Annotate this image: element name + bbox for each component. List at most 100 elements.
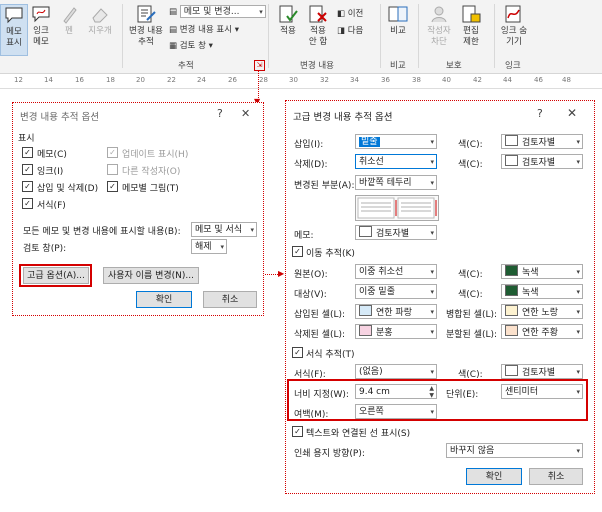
eraser-icon (89, 4, 111, 24)
hide-ink-button[interactable]: 잉크 숨 기기 (498, 4, 530, 48)
ruler-tick: 40 (442, 76, 451, 84)
review-pane-button[interactable]: ▦ 검토 창 ▾ (169, 39, 213, 51)
eraser-button[interactable]: 지우개 (84, 4, 116, 37)
block-authors-button[interactable]: 작성자 차단 (422, 4, 456, 48)
split-cells-value: 연한 주황 (522, 328, 558, 338)
split-cells-select[interactable]: 연한 주황 ▾ (501, 324, 583, 339)
balloons-label: 모든 메모 및 변경 내용에 표시할 내용(B): (23, 227, 181, 237)
restrict-editing-button[interactable]: 편집 제한 (456, 4, 486, 48)
chevron-down-icon: ▾ (430, 158, 434, 166)
ribbon-separator (418, 4, 419, 68)
moved-from-color-value: 녹색 (522, 268, 539, 278)
close-icon[interactable]: ✕ (567, 106, 577, 120)
insertions-color-value: 검토자별 (522, 138, 556, 148)
reject-button[interactable]: 적용 안 함 (303, 4, 333, 48)
insertions-deletions-checkbox[interactable]: ✓ (22, 181, 33, 192)
insertions-select[interactable]: 밑줄 ▾ (355, 134, 437, 149)
moved-from-color-label: 색(C): (458, 270, 483, 280)
compare-button[interactable]: 비교 (385, 4, 411, 37)
pen-button[interactable]: 펜 (57, 4, 81, 37)
merged-cells-label: 병합된 셀(L): (446, 310, 498, 320)
close-icon[interactable]: ✕ (241, 107, 250, 120)
moved-to-select[interactable]: 이중 밑줄 ▾ (355, 284, 437, 299)
formatting-select[interactable]: (없음) ▾ (355, 364, 437, 379)
ink-comment-button[interactable]: 잉크 메모 (27, 4, 55, 48)
help-icon[interactable]: ? (217, 107, 223, 120)
balloons-select[interactable]: 메모 및 서식 ▾ (191, 222, 257, 237)
next-button[interactable]: ◨ 다음 (337, 24, 363, 36)
block-authors-label: 작성자 차단 (427, 26, 451, 47)
chevron-down-icon: ▾ (576, 447, 580, 455)
moved-from-select[interactable]: 이중 취소선 ▾ (355, 264, 437, 279)
review-pane-select-value: 해제 (195, 242, 212, 252)
deletions-color-select[interactable]: 검토자별 ▾ (501, 154, 583, 169)
color-swatch (505, 155, 518, 166)
moved-to-label: 대상(V): (294, 290, 327, 300)
moved-to-color-select[interactable]: 녹색 ▾ (501, 284, 583, 299)
highlight-updates-checkbox[interactable]: ✓ (107, 147, 118, 158)
insertions-color-select[interactable]: 검토자별 ▾ (501, 134, 583, 149)
inserted-cells-value: 연한 파랑 (376, 308, 412, 318)
ok-button[interactable]: 확인 (466, 468, 522, 485)
previous-button[interactable]: ◧ 이전 (337, 7, 363, 19)
other-authors-checkbox[interactable] (107, 164, 118, 175)
formatting-checkbox[interactable]: ✓ (22, 198, 33, 209)
color-swatch (359, 325, 372, 336)
track-formatting-checkbox[interactable]: ✓ (292, 347, 303, 358)
show-comments-button[interactable]: 메모 표시 (0, 4, 28, 56)
ribbon-separator (494, 4, 495, 68)
accept-button[interactable]: 적용 (273, 4, 303, 37)
merged-cells-value: 연한 노랑 (522, 308, 558, 318)
pen-icon (58, 4, 80, 24)
restrict-editing-label: 편집 제한 (463, 26, 479, 47)
insertions-label: 삽입(I): (294, 140, 324, 150)
dialog-title: 고급 변경 내용 추적 옵션 (293, 112, 393, 123)
ok-button[interactable]: 확인 (136, 291, 192, 308)
compare-label: 비교 (390, 26, 406, 36)
ruler-tick: 34 (350, 76, 359, 84)
show-lines-checkbox[interactable]: ✓ (292, 426, 303, 437)
advanced-track-changes-dialog: 고급 변경 내용 추적 옵션 ? ✕ 삽입(I): 밑줄 ▾ 색(C): 검토자별… (285, 100, 595, 494)
track-changes-options-dialog: 변경 내용 추적 옵션 ? ✕ 표시 ✓ 메모(C) ✓ 잉크(I) ✓ 삽입 … (12, 102, 264, 316)
help-icon[interactable]: ? (537, 107, 543, 120)
reject-icon (307, 4, 329, 24)
formatting-color-select[interactable]: 검토자별 ▾ (501, 364, 583, 379)
show-markup-button[interactable]: ▤ 변경 내용 표시 ▾ (169, 23, 239, 35)
deletions-color-label: 색(C): (458, 160, 483, 170)
color-swatch (359, 305, 372, 316)
balloons-select-value: 메모 및 서식 (195, 225, 243, 235)
eraser-label: 지우개 (88, 26, 112, 36)
moved-from-color-select[interactable]: 녹색 ▾ (501, 264, 583, 279)
changed-lines-select[interactable]: 바깥쪽 테두리 ▾ (355, 175, 437, 190)
insertions-color-label: 색(C): (458, 140, 483, 150)
formatting-checkbox-label: 서식(F) (37, 201, 66, 211)
markup-select[interactable]: 메모 및 변경... ▾ (179, 5, 266, 18)
track-changes-button[interactable]: 변경 내용 추적 (126, 4, 166, 48)
comments-color-select[interactable]: 검토자별 ▾ (355, 225, 437, 240)
dialog-launcher-icon[interactable]: ⇲ (254, 60, 265, 71)
inserted-cells-select[interactable]: 연한 파랑 ▾ (355, 304, 437, 319)
chevron-down-icon: ▾ (430, 268, 434, 276)
deletions-color-value: 검토자별 (522, 158, 556, 168)
next-label: 다음 (347, 26, 364, 36)
print-orientation-select[interactable]: 바꾸지 않음 ▾ (446, 443, 583, 458)
highlight-updates-label: 업데이트 표시(H) (122, 150, 189, 160)
reject-label: 적용 안 함 (308, 26, 328, 47)
deleted-cells-select[interactable]: 분홍 ▾ (355, 324, 437, 339)
pictures-by-comments-checkbox[interactable]: ✓ (107, 181, 118, 192)
pen-label: 펜 (65, 26, 73, 36)
ink-comment-label: 잉크 메모 (33, 26, 49, 47)
ink-checkbox[interactable]: ✓ (22, 164, 33, 175)
ruler-tick: 38 (412, 76, 421, 84)
comments-checkbox[interactable]: ✓ (22, 147, 33, 158)
change-user-name-button[interactable]: 사용자 이름 변경(N)... (103, 267, 199, 284)
cancel-button[interactable]: 취소 (203, 291, 257, 308)
cancel-button[interactable]: 취소 (529, 468, 583, 485)
merged-cells-select[interactable]: 연한 노랑 ▾ (501, 304, 583, 319)
previous-label: 이전 (347, 9, 364, 19)
review-pane-icon: ▦ (169, 41, 178, 51)
review-pane-select[interactable]: 해제 ▾ (191, 239, 227, 254)
next-icon: ◨ (337, 26, 346, 36)
track-moves-checkbox[interactable]: ✓ (292, 246, 303, 257)
deletions-select[interactable]: 취소선 ▾ (355, 154, 437, 169)
